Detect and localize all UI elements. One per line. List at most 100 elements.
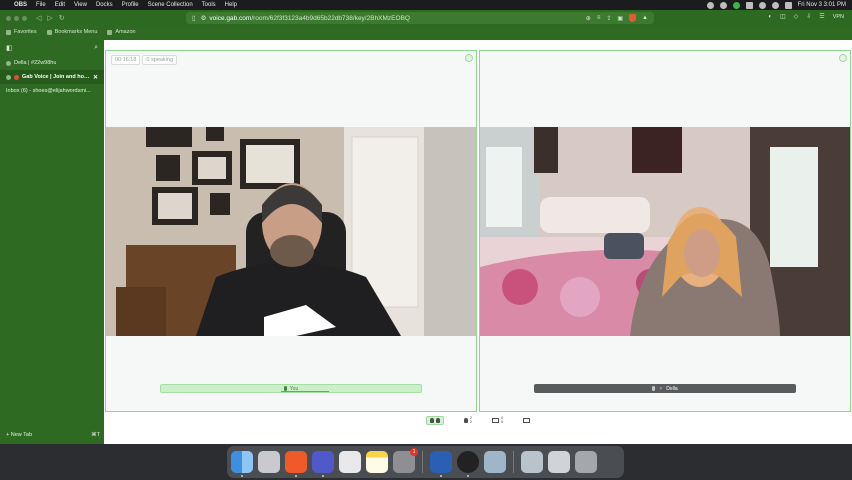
screenshare-viewers-button[interactable]: 0 0 [492, 416, 503, 424]
url-path: /room/62f3f3123a4b9d65b22db738/key/2BhXM… [251, 14, 410, 22]
battery-icon[interactable] [745, 1, 753, 9]
browser-toolbar: ◁ ▷ ↻ ▯ ⚙ voice.gab.com/room/62f3f3123a4… [0, 10, 852, 26]
tab-gab-voice[interactable]: Gab Voice | Join and host c ✕ [0, 70, 104, 84]
screen-icon [492, 417, 499, 423]
sidebar-toggle-icon[interactable]: ◧ [6, 44, 13, 52]
finder-icon[interactable] [231, 451, 253, 477]
bookmark-icon[interactable]: ▯ [192, 14, 196, 22]
obs-tray-icon[interactable] [706, 1, 714, 9]
speaker-indicator-icon: ▼ [658, 385, 664, 392]
participant-tile-della[interactable]: ▼ Della [479, 50, 851, 412]
browser-window: ◁ ▷ ↻ ▯ ⚙ voice.gab.com/room/62f3f3123a4… [0, 10, 852, 444]
reader-icon[interactable]: ≡ [597, 15, 601, 21]
word-icon[interactable] [430, 451, 452, 477]
address-bar[interactable]: ▯ ⚙ voice.gab.com/room/62f3f3123a4b9d65b… [186, 12, 654, 24]
notification-badge: 1 [410, 448, 418, 456]
system-settings-icon[interactable]: 1 [393, 448, 418, 473]
listeners-button[interactable]: 2 2 [463, 416, 472, 424]
control-center-icon[interactable] [784, 1, 792, 9]
wallet-icon[interactable]: ◇ [794, 13, 799, 20]
tile-options-icon[interactable] [465, 54, 473, 62]
bookmark-amazon[interactable]: Amazon [107, 29, 136, 35]
sidebar-toggle-icon[interactable]: ◫ [780, 13, 786, 20]
screenshot-icon[interactable] [339, 451, 361, 473]
launchpad-icon[interactable] [258, 451, 280, 473]
speaker-icon [6, 74, 11, 80]
running-indicator [322, 475, 324, 477]
menu-scene-collection[interactable]: Scene Collection [148, 2, 193, 8]
share-icon[interactable]: ⇪ [606, 15, 611, 22]
menu-app-name[interactable]: OBS [14, 2, 27, 8]
wifi-icon[interactable] [758, 1, 766, 9]
pip-icon[interactable]: ▣ [617, 15, 623, 22]
forward-icon[interactable]: ▷ [47, 14, 52, 22]
tab-favicon [14, 74, 19, 80]
room-controls: 2 2 0 0 [104, 413, 852, 427]
bookmark-bookmarks-menu[interactable]: Bookmarks Menu [46, 29, 98, 35]
listeners-count-bottom: 2 [469, 419, 472, 424]
tab-della[interactable]: Della | #22w98hu [0, 56, 104, 70]
person-icon [435, 417, 440, 423]
menu-icon[interactable]: ☰ [819, 13, 824, 20]
vpn-button[interactable]: VPN [833, 14, 844, 20]
call-timer: 00:16:18 [111, 55, 141, 65]
preview-icon[interactable] [484, 451, 506, 473]
amazon-icon [107, 29, 113, 35]
bookmark-favorites[interactable]: Favorites [6, 29, 37, 35]
screens-count-bottom: 0 [501, 419, 504, 424]
menu-tools[interactable]: Tools [202, 2, 216, 8]
tile-options-icon[interactable] [839, 54, 847, 62]
participant-tile-you[interactable]: 00:16:18 0 speaking You [105, 50, 477, 412]
web-content: 00:16:18 0 speaking You ▼ Della 2 2 0 0 [104, 40, 852, 444]
brave-browser-icon[interactable] [285, 451, 307, 477]
reload-icon[interactable]: ↻ [59, 14, 65, 22]
bookmark-label: Bookmarks Menu [54, 29, 98, 35]
person-icon [429, 417, 434, 423]
close-tab-icon[interactable]: ✕ [93, 74, 98, 81]
teams-icon[interactable] [312, 451, 334, 477]
search-icon[interactable] [771, 1, 779, 9]
screen-recording-icon[interactable] [548, 451, 570, 473]
extension-icon[interactable]: ◐ [768, 14, 772, 20]
notes-icon[interactable] [366, 451, 388, 473]
brave-shield-icon[interactable] [629, 14, 637, 22]
tab-inbox[interactable]: Inbox (6) - shoes@elijahwordsmi... [0, 84, 104, 98]
menu-file[interactable]: File [36, 2, 46, 8]
url-host: voice.gab.com [209, 14, 252, 22]
trash-icon[interactable] [575, 451, 597, 473]
sidebar-header: ◧ ⌕ [0, 40, 104, 56]
obs-icon[interactable] [457, 451, 479, 477]
menu-help[interactable]: Help [225, 2, 237, 8]
toolbar-right-icons: ◐ ◫ ◇ ⇩ ☰ VPN [768, 13, 844, 21]
folder-icon [6, 29, 11, 35]
audio-level-indicator [281, 391, 329, 392]
site-info-icon[interactable]: ⚙ [201, 14, 207, 22]
speakers-view-button[interactable] [425, 415, 444, 425]
menu-view[interactable]: View [74, 2, 87, 8]
listeners-count: 2 2 [470, 416, 472, 424]
new-tab-button[interactable]: + New Tab ⌘T [6, 432, 100, 438]
share-screen-button[interactable] [523, 417, 531, 423]
close-window-button[interactable] [6, 15, 11, 21]
vpn-tray-icon[interactable] [732, 1, 740, 9]
menu-edit[interactable]: Edit [55, 2, 65, 8]
video-feed-della [480, 127, 850, 336]
bookmark-label: Favorites [14, 29, 37, 35]
menu-docks[interactable]: Docks [96, 2, 113, 8]
downloads-folder-icon[interactable] [521, 451, 543, 473]
menu-profile[interactable]: Profile [122, 2, 139, 8]
participant-name: Della [666, 385, 678, 392]
downloads-icon[interactable]: ⇩ [806, 13, 811, 20]
menu-clock[interactable]: Fri Nov 3 3:01 PM [798, 2, 846, 8]
mic-icon [652, 386, 656, 391]
video-feed-you [106, 127, 476, 336]
back-icon[interactable]: ◁ [36, 14, 41, 22]
address-bar-actions: ⊕ ≡ ⇪ ▣ ▲ [586, 14, 648, 22]
minimize-window-button[interactable] [14, 15, 19, 21]
tab-search-icon[interactable]: ⌕ [94, 44, 98, 52]
cloud-tray-icon[interactable] [719, 1, 727, 9]
zoom-icon[interactable]: ⊕ [586, 15, 591, 22]
zoom-window-button[interactable] [22, 15, 27, 21]
listeners-icon [463, 417, 468, 423]
rewards-icon[interactable]: ▲ [642, 15, 648, 21]
